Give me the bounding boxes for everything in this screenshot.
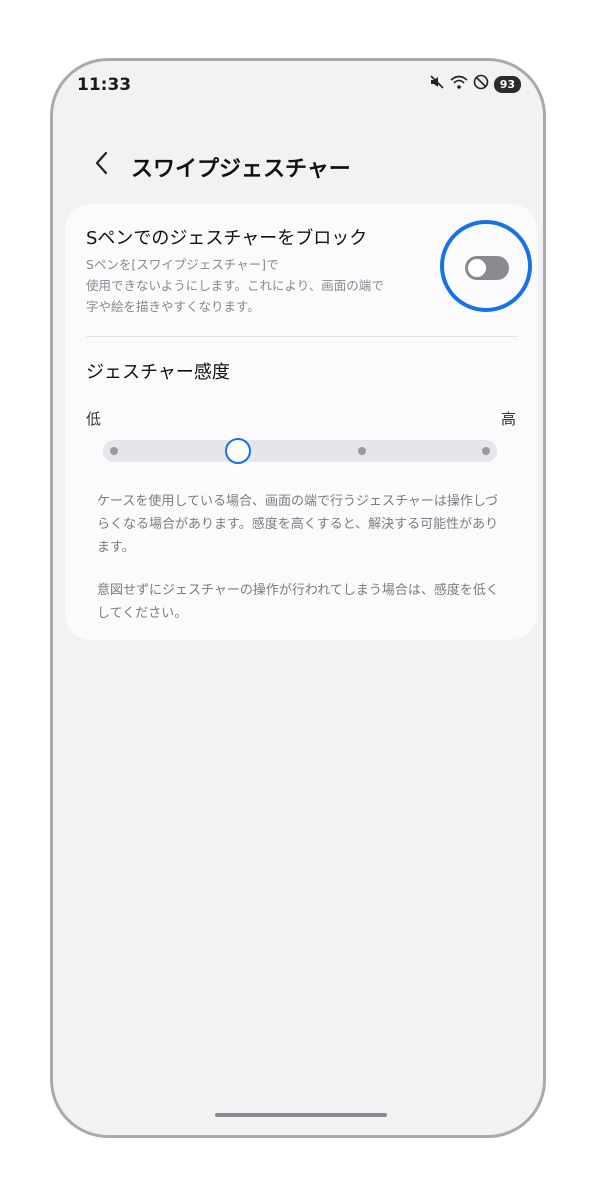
mute-icon bbox=[429, 74, 445, 94]
status-icons: 93 bbox=[429, 74, 521, 94]
phone-frame: 11:33 93 スワイプジェスチャー Sペンでのジェスチャーをブロック Sペン… bbox=[50, 58, 546, 1138]
sensitivity-low-label: 低 bbox=[86, 410, 102, 428]
sensitivity-title: ジェスチャー感度 bbox=[86, 362, 230, 383]
unintended-gesture-note: 意図せずにジェスチャーの操作が行われてしまう場合は、感度を低くしてください。 bbox=[97, 583, 499, 621]
app-header: スワイプジェスチャー bbox=[53, 141, 543, 191]
spen-block-toggle[interactable] bbox=[465, 256, 509, 280]
sensitivity-high-label: 高 bbox=[500, 410, 516, 428]
slider-thumb[interactable] bbox=[225, 438, 251, 464]
toggle-knob bbox=[468, 259, 486, 277]
battery-indicator: 93 bbox=[493, 75, 521, 93]
spen-block-title: Sペンでのジェスチャーをブロック bbox=[86, 228, 368, 249]
spen-block-description: Sペンを[スワイプジェスチャー]で 使用できないようにします。これにより、画面の… bbox=[86, 257, 384, 314]
divider bbox=[86, 336, 518, 337]
back-button[interactable] bbox=[87, 149, 115, 181]
home-indicator bbox=[215, 1113, 387, 1117]
slider-step-dot bbox=[358, 447, 366, 455]
wifi-icon bbox=[450, 74, 468, 94]
page-title: スワイプジェスチャー bbox=[131, 157, 351, 182]
case-note: ケースを使用している場合、画面の端で行うジェスチャーは操作しづらくなる場合があり… bbox=[97, 494, 499, 555]
slider-step-dot bbox=[482, 447, 490, 455]
sensitivity-slider[interactable] bbox=[103, 438, 497, 464]
settings-card: Sペンでのジェスチャーをブロック Sペンを[スワイプジェスチャー]で 使用できな… bbox=[65, 204, 537, 640]
slider-step-dot bbox=[110, 447, 118, 455]
do-not-disturb-icon bbox=[473, 74, 489, 94]
chevron-left-icon bbox=[94, 151, 108, 179]
status-bar: 11:33 93 bbox=[53, 61, 543, 111]
status-time: 11:33 bbox=[77, 75, 132, 95]
